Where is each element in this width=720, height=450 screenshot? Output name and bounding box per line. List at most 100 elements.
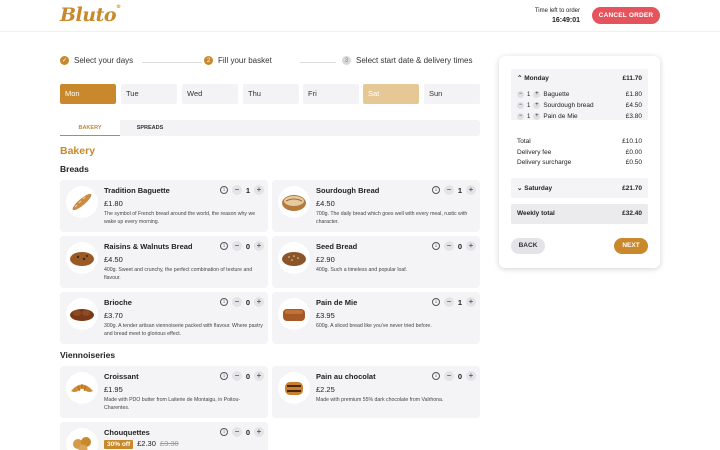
info-icon[interactable]: i <box>220 242 228 250</box>
info-icon[interactable]: i <box>432 242 440 250</box>
minus-icon[interactable]: − <box>517 113 524 120</box>
pain-au-chocolat-image <box>278 372 310 404</box>
product-card[interactable]: Raisins & Walnuts Bread £4.50 400g. Swee… <box>60 236 268 288</box>
plus-button[interactable]: + <box>466 297 476 307</box>
info-icon[interactable]: i <box>220 186 228 194</box>
pain-de-mie-image <box>278 298 310 330</box>
quantity-stepper: i − 0 + <box>220 427 264 437</box>
minus-button[interactable]: − <box>232 185 242 195</box>
quantity-value: 0 <box>457 241 463 251</box>
delivery-surcharge-row: Delivery surcharge £0.50 <box>517 159 642 166</box>
summary-item: −1 + Baguette £1.80 <box>517 91 642 98</box>
item-qty: 1 <box>527 91 531 98</box>
plus-button[interactable]: + <box>254 185 264 195</box>
summary-item: −1 + Pain de Mie £3.80 <box>517 113 642 120</box>
tab-spreads[interactable]: SPREADS <box>120 120 180 136</box>
product-card[interactable]: Brioche £3.70 300g. A tender artisan vie… <box>60 292 268 344</box>
bluto-logo[interactable]: Bluto® <box>60 4 121 26</box>
day-tab-tue[interactable]: Tue <box>121 84 177 104</box>
plus-icon[interactable]: + <box>533 113 541 120</box>
product-description: 300g. A tender artisan viennoiserie pack… <box>104 323 263 337</box>
product-card[interactable]: Pain de Mie £3.95 600g. A sliced bread l… <box>272 292 480 344</box>
plus-button[interactable]: + <box>254 371 264 381</box>
tab-bakery[interactable]: BAKERY <box>60 120 120 136</box>
plus-button[interactable]: + <box>466 185 476 195</box>
baguette-image <box>66 186 98 218</box>
plus-icon[interactable]: + <box>533 102 541 109</box>
day-tab-thu[interactable]: Thu <box>243 84 299 104</box>
info-icon[interactable]: i <box>220 372 228 380</box>
next-button[interactable]: NEXT <box>614 238 648 254</box>
step-label: Fill your basket <box>218 56 272 65</box>
minus-button[interactable]: − <box>232 427 242 437</box>
quantity-value: 0 <box>245 241 251 251</box>
product-description: 400g. Sweet and crunchy, the perfect com… <box>104 267 253 281</box>
plus-button[interactable]: + <box>466 241 476 251</box>
info-icon[interactable]: i <box>432 186 440 194</box>
minus-button[interactable]: − <box>232 297 242 307</box>
quantity-value: 0 <box>457 371 463 381</box>
sourdough-bread-image <box>278 186 310 218</box>
summary-item: −1 + Sourdough bread £4.50 <box>517 102 642 109</box>
product-name: Sourdough Bread <box>316 186 380 195</box>
plus-icon[interactable]: + <box>533 91 541 98</box>
product-card[interactable]: Tradition Baguette £1.80 The symbol of F… <box>60 180 268 232</box>
group-title-breads: Breads <box>60 164 89 174</box>
quantity-stepper: i − 1 + <box>432 297 476 307</box>
quantity-stepper: i − 0 + <box>220 241 264 251</box>
day-tab-mon[interactable]: Mon <box>60 84 116 104</box>
cancel-order-button[interactable]: CANCEL ORDER <box>592 7 660 24</box>
product-card[interactable]: Croissant £1.95 Made with PDO butter fro… <box>60 366 268 418</box>
info-icon[interactable]: i <box>432 298 440 306</box>
quantity-value: 1 <box>245 185 251 195</box>
quantity-stepper: i − 0 + <box>432 371 476 381</box>
minus-button[interactable]: − <box>444 371 454 381</box>
product-name: Chouquettes <box>104 428 150 437</box>
step-start-date[interactable]: 3 Select start date & delivery times <box>342 56 473 65</box>
minus-button[interactable]: − <box>232 371 242 381</box>
info-icon[interactable]: i <box>220 298 228 306</box>
step-select-days[interactable]: ✓ Select your days <box>60 56 133 65</box>
minus-icon[interactable]: − <box>517 91 524 98</box>
monday-header[interactable]: ⌃ Monday £11.70 <box>517 74 642 83</box>
item-name: Sourdough bread <box>543 102 594 109</box>
minus-button[interactable]: − <box>232 241 242 251</box>
timer-label: Time left to order <box>534 8 580 14</box>
back-button[interactable]: BACK <box>511 238 545 254</box>
plus-button[interactable]: + <box>466 371 476 381</box>
plus-button[interactable]: + <box>254 427 264 437</box>
weekly-total-row: Weekly total £32.40 <box>517 210 642 217</box>
info-icon[interactable]: i <box>220 428 228 436</box>
day-tab-fri[interactable]: Fri <box>303 84 359 104</box>
plus-button[interactable]: + <box>254 297 264 307</box>
product-card[interactable]: Pain au chocolat £2.25 Made with premium… <box>272 366 480 418</box>
product-card[interactable]: Chouquettes 30% off £2.30 £3.30 i − 0 + <box>60 422 268 450</box>
day-tab-sun[interactable]: Sun <box>424 84 480 104</box>
minus-button[interactable]: − <box>444 297 454 307</box>
minus-icon[interactable]: − <box>517 102 524 109</box>
day-tab-wed[interactable]: Wed <box>182 84 238 104</box>
product-description: The symbol of French bread around the wo… <box>104 211 256 225</box>
quantity-value: 0 <box>245 427 251 437</box>
minus-button[interactable]: − <box>444 241 454 251</box>
product-price: £3.70 <box>104 311 123 320</box>
monday-total: £11.70 <box>622 74 642 82</box>
step-connector <box>142 62 202 63</box>
section-title: Bakery <box>60 145 96 157</box>
product-card[interactable]: Sourdough Bread £4.50 700g. The daily br… <box>272 180 480 232</box>
saturday-header[interactable]: ⌄ Saturday £21.70 <box>517 184 642 193</box>
plus-button[interactable]: + <box>254 241 264 251</box>
day-tab-sat[interactable]: Sat <box>363 84 419 104</box>
minus-button[interactable]: − <box>444 185 454 195</box>
item-price: £4.50 <box>625 102 642 109</box>
delivery-label: Delivery fee <box>517 149 552 156</box>
info-icon[interactable]: i <box>432 372 440 380</box>
product-card[interactable]: Seed Bread £2.90 400g. Such a timeless a… <box>272 236 480 288</box>
item-name: Baguette <box>543 91 570 98</box>
step-fill-basket[interactable]: 2 Fill your basket <box>204 56 272 65</box>
item-qty: 1 <box>527 102 531 109</box>
old-price: £3.30 <box>159 439 179 448</box>
group-title-viennoiseries: Viennoiseries <box>60 350 116 360</box>
product-name: Croissant <box>104 372 139 381</box>
delivery-value: £0.00 <box>625 149 642 156</box>
